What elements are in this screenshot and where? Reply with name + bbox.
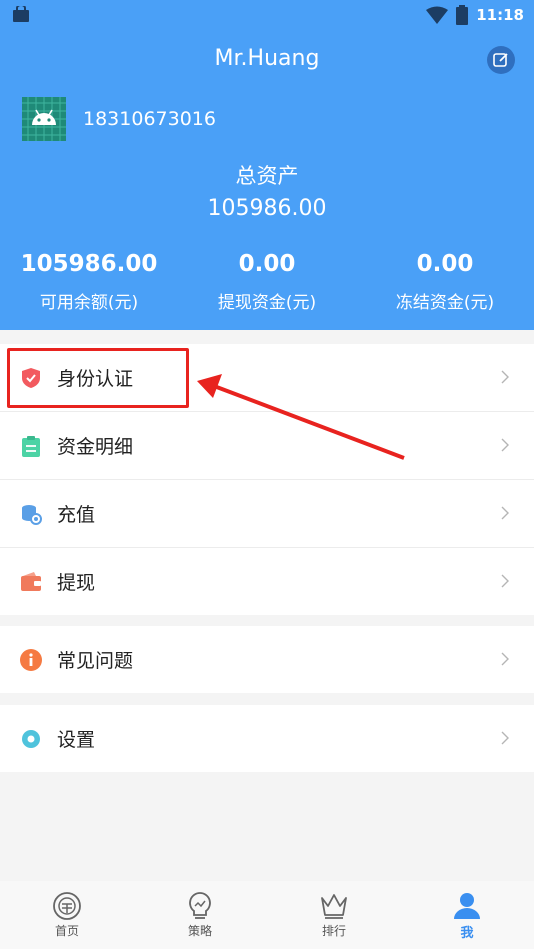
tab-strategy[interactable]: 策略 <box>150 891 250 939</box>
menu-item-label: 常见问题 <box>57 650 134 672</box>
menu-item-withdraw[interactable]: 提现 <box>0 548 534 615</box>
home-coin-icon <box>53 892 81 920</box>
tab-ranking[interactable]: 排行 <box>284 891 384 939</box>
stat-available-balance: 105986.00 可用余额(元) <box>0 250 178 313</box>
chevron-right-icon <box>501 370 509 384</box>
total-assets-label: 总资产 <box>235 164 299 188</box>
crown-icon <box>321 894 347 919</box>
stat-label: 冻结资金(元) <box>395 293 495 313</box>
tab-label: 首页 <box>54 924 79 938</box>
status-bar: 11:18 <box>0 0 534 30</box>
stat-value: 0.00 <box>416 251 474 277</box>
status-time: 11:18 <box>476 6 524 24</box>
stat-value: 0.00 <box>238 251 296 277</box>
chevron-right-icon <box>501 731 509 745</box>
info-icon <box>20 649 42 671</box>
menu-group-help: 常见问题 <box>0 626 534 693</box>
avatar[interactable] <box>22 97 66 141</box>
chevron-right-icon <box>501 438 509 452</box>
bulb-icon <box>189 892 211 919</box>
chevron-right-icon <box>501 574 509 588</box>
profile-header: 11:18 Mr.Huang 18310673016 总资产 105986.00… <box>0 0 534 330</box>
tab-home[interactable]: 首页 <box>17 891 117 939</box>
menu-item-fund-details[interactable]: 资金明细 <box>0 412 534 480</box>
annotation-highlight-box <box>7 348 189 408</box>
stat-frozen-funds: 0.00 冻结资金(元) <box>356 250 534 313</box>
stat-label: 可用余额(元) <box>39 293 139 313</box>
menu-item-label: 资金明细 <box>57 436 134 458</box>
edit-profile-button[interactable] <box>487 46 515 74</box>
tab-label: 我 <box>460 926 474 941</box>
menu-item-faq[interactable]: 常见问题 <box>0 626 534 693</box>
wallet-icon <box>21 572 41 591</box>
menu-item-settings[interactable]: 设置 <box>0 705 534 772</box>
tab-me[interactable]: 我 <box>417 891 517 941</box>
clipboard-icon <box>22 436 40 457</box>
phone-number: 18310673016 <box>83 108 216 130</box>
bag-icon <box>13 6 29 22</box>
stat-value: 105986.00 <box>20 251 158 277</box>
coins-icon <box>22 505 42 525</box>
chevron-right-icon <box>501 506 509 520</box>
edit-icon <box>493 53 508 67</box>
battery-icon <box>456 5 469 25</box>
menu-item-label: 提现 <box>57 572 96 594</box>
username: Mr.Huang <box>214 46 320 71</box>
total-assets-value: 105986.00 <box>207 196 327 221</box>
bottom-tab-bar: 首页 策略 排行 我 <box>0 881 534 949</box>
menu-group-settings: 设置 <box>0 705 534 772</box>
tab-label: 排行 <box>321 924 346 938</box>
menu-item-label: 充值 <box>57 504 96 526</box>
menu-item-label: 设置 <box>57 729 96 751</box>
tab-label: 策略 <box>187 924 212 938</box>
stat-withdrawal-funds: 0.00 提现资金(元) <box>178 250 356 313</box>
gear-icon <box>22 730 40 748</box>
menu-item-recharge[interactable]: 充值 <box>0 480 534 548</box>
stat-label: 提现资金(元) <box>217 293 317 313</box>
chevron-right-icon <box>501 652 509 666</box>
user-icon <box>454 893 480 919</box>
wifi-icon <box>426 6 449 24</box>
